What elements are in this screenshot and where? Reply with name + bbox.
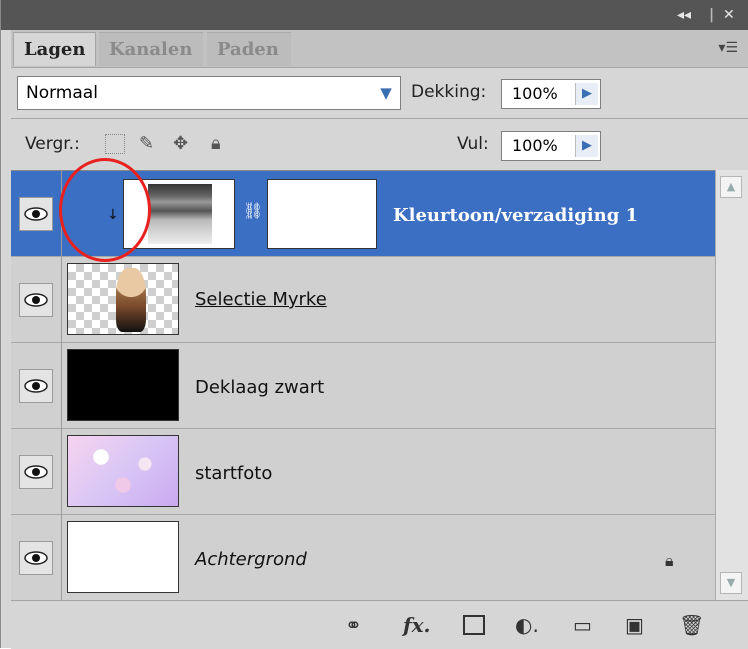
- layer-name: Achtergrond: [195, 549, 307, 570]
- layer-thumbnail: [67, 349, 179, 421]
- layer-thumbnail: [67, 435, 179, 507]
- panel-menu-icon[interactable]: ▾☰: [718, 40, 738, 56]
- layer-thumbnail: [67, 263, 179, 335]
- opacity-field[interactable]: 100% ▶: [501, 79, 601, 109]
- scroll-down-icon[interactable]: ▼: [720, 572, 742, 594]
- layer-row[interactable]: Achtergrond 🔒︎: [11, 515, 715, 601]
- close-icon[interactable]: ✕: [723, 7, 735, 23]
- portrait-figure: [116, 268, 146, 332]
- divider: [61, 257, 62, 343]
- lock-transparency-icon[interactable]: [105, 134, 125, 154]
- eye-icon[interactable]: [19, 283, 53, 317]
- layer-name: Kleurtoon/verzadiging 1: [393, 205, 639, 226]
- eye-icon[interactable]: [19, 541, 53, 575]
- annotation-circle: [59, 158, 151, 262]
- bottom-toolbar: ⚭ fx. ◐. ▭ ▣ 🗑︎: [11, 600, 748, 649]
- group-folder-icon[interactable]: ▭: [573, 613, 592, 637]
- fill-label: Vul:: [457, 134, 489, 154]
- mask-icon[interactable]: [463, 615, 485, 635]
- eye-icon[interactable]: [19, 369, 53, 403]
- layer-row[interactable]: Selectie Myrke: [11, 257, 715, 343]
- tab-kanalen[interactable]: Kanalen: [99, 32, 203, 66]
- tab-paden[interactable]: Paden: [207, 32, 291, 66]
- divider: [61, 343, 62, 429]
- layer-row[interactable]: startfoto: [11, 429, 715, 515]
- layer-mask-thumbnail: [267, 179, 377, 249]
- lock-label: Vergr.:: [25, 134, 80, 154]
- collapse-icon[interactable]: ◂◂: [677, 7, 691, 23]
- blend-mode-value: Normaal: [26, 83, 98, 103]
- fx-icon[interactable]: fx.: [403, 613, 431, 637]
- scroll-up-icon[interactable]: ▲: [720, 176, 742, 198]
- eye-icon[interactable]: [19, 197, 53, 231]
- divider: [11, 118, 748, 119]
- chevron-down-icon[interactable]: ▼: [376, 83, 396, 103]
- fill-field[interactable]: 100% ▶: [501, 131, 601, 161]
- opacity-value: 100%: [512, 84, 558, 103]
- lock-icon: 🔒︎: [665, 551, 674, 570]
- panel-titlebar: ◂◂ | ✕: [1, 0, 748, 30]
- lock-all-icon[interactable]: 🔒︎: [211, 133, 221, 154]
- blend-mode-select[interactable]: Normaal ▼: [17, 76, 401, 110]
- link-icon[interactable]: ⚭: [345, 613, 362, 637]
- layers-panel: ◂◂ | ✕ Lagen Kanalen Paden ▾☰ Normaal ▼ …: [0, 0, 748, 649]
- mask-link-icon[interactable]: ⛓: [243, 201, 263, 220]
- layers-scrollbar[interactable]: ▲ ▼: [715, 170, 748, 600]
- layer-name: Selectie Myrke: [195, 289, 327, 310]
- adjustment-icon[interactable]: ◐.: [515, 613, 539, 637]
- lock-image-icon[interactable]: ✎: [139, 133, 154, 154]
- divider: |: [709, 7, 715, 23]
- fill-arrow-icon[interactable]: ▶: [575, 135, 598, 157]
- trash-icon[interactable]: 🗑︎: [679, 613, 704, 637]
- divider: [61, 429, 62, 515]
- layer-name: startfoto: [195, 463, 273, 484]
- opacity-label: Dekking:: [411, 82, 487, 102]
- tab-lagen[interactable]: Lagen: [13, 32, 97, 66]
- layer-name: Deklaag zwart: [195, 377, 325, 398]
- layer-thumbnail: [67, 521, 179, 593]
- layer-row[interactable]: Deklaag zwart: [11, 343, 715, 429]
- fill-value: 100%: [512, 136, 558, 155]
- eye-icon[interactable]: [19, 455, 53, 489]
- new-layer-icon[interactable]: ▣: [625, 613, 644, 637]
- opacity-arrow-icon[interactable]: ▶: [575, 83, 598, 105]
- lock-position-icon[interactable]: ✥: [173, 133, 188, 154]
- divider: [61, 515, 62, 601]
- hue-saturation-icon: [148, 184, 212, 244]
